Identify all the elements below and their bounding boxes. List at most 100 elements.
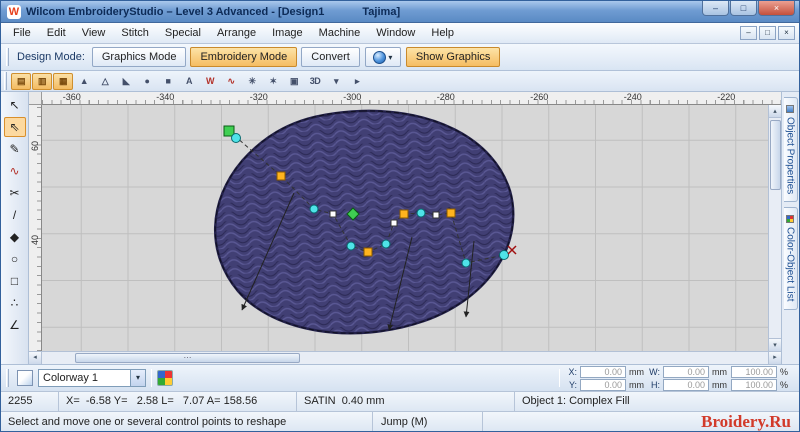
minimize-button[interactable]: – bbox=[702, 1, 729, 16]
hoop-globe-button[interactable]: ▾ bbox=[364, 47, 401, 67]
transform-fields: X: 0.00 mm W: 0.00 mm 100.00 % Y: 0.00 m… bbox=[565, 365, 790, 391]
mdi-minimize-button[interactable]: – bbox=[740, 26, 757, 40]
closed-shapes-icon[interactable]: ▦ bbox=[53, 72, 73, 90]
reshape-tool[interactable]: ⇖ bbox=[3, 117, 26, 137]
control-point-handle[interactable] bbox=[346, 241, 356, 251]
control-point-handle[interactable] bbox=[416, 208, 426, 218]
horizontal-scrollbar[interactable]: ◂ ⋯ ▸ bbox=[29, 351, 781, 364]
transform-row-x: X: 0.00 mm W: 0.00 mm 100.00 % bbox=[565, 365, 790, 378]
menu-bar: File Edit View Stitch Special Arrange Image Mac… bbox=[1, 23, 799, 44]
mode-buttons: Graphics Mode Embroidery Mode Convert bbox=[91, 47, 360, 67]
w-input[interactable]: 0.00 bbox=[663, 365, 709, 378]
input-a-icon[interactable]: ▲ bbox=[74, 73, 94, 90]
edit-colorways-icon[interactable] bbox=[157, 370, 173, 386]
globe-dropdown-caret-icon[interactable]: ▾ bbox=[388, 53, 392, 62]
menu-item[interactable]: Image bbox=[264, 25, 311, 41]
h-percent-input[interactable]: 100.00 bbox=[731, 378, 777, 391]
status-bar: 2255 X= -6.58 Y= 2.58 L= 7.07 A= 158.56 … bbox=[1, 391, 799, 411]
run-stitch-icon[interactable]: ∿ bbox=[221, 73, 241, 90]
open-shapes-icon[interactable]: ▥ bbox=[32, 72, 52, 90]
menu-item[interactable]: Machine bbox=[311, 25, 369, 41]
ruler-label: -280 bbox=[436, 92, 455, 102]
menu-item[interactable]: Stitch bbox=[113, 25, 157, 41]
w-percent-input[interactable]: 100.00 bbox=[731, 365, 777, 378]
menu-item[interactable]: Window bbox=[368, 25, 423, 41]
menu-item[interactable]: Edit bbox=[39, 25, 74, 41]
stitch-edit-tool[interactable]: ✎ bbox=[4, 139, 26, 159]
3d-effect-icon[interactable]: 3D bbox=[305, 73, 325, 90]
control-point-handle[interactable] bbox=[329, 210, 337, 218]
ruler-label: -340 bbox=[156, 92, 175, 102]
complex-fill-icon[interactable]: ■ bbox=[158, 73, 178, 90]
combo-caret-icon[interactable]: ▾ bbox=[130, 370, 145, 386]
digitize-fill-tool[interactable]: ◆ bbox=[4, 227, 26, 247]
h-input[interactable]: 0.00 bbox=[663, 378, 709, 391]
scroll-down-icon[interactable]: ▾ bbox=[768, 338, 782, 351]
use-last-settings-icon[interactable]: ▤ bbox=[11, 72, 31, 90]
mdi-close-button[interactable]: × bbox=[778, 26, 795, 40]
tab-color-object-list[interactable]: Color-Object List bbox=[783, 207, 798, 310]
knife-tool[interactable]: ✂ bbox=[4, 183, 26, 203]
horizontal-scroll-thumb[interactable]: ⋯ bbox=[75, 353, 300, 363]
stitch-count: 2255 bbox=[1, 392, 59, 411]
control-point-handle[interactable] bbox=[309, 204, 319, 214]
vertical-scrollbar[interactable]: ▴ ▾ bbox=[768, 105, 782, 351]
menu-item[interactable]: Arrange bbox=[209, 25, 264, 41]
input-b-icon[interactable]: △ bbox=[95, 73, 115, 90]
control-point-handle[interactable] bbox=[432, 211, 440, 219]
graphics-mode-button[interactable]: Graphics Mode bbox=[91, 47, 187, 67]
colorway-select[interactable]: Colorway 1 ▾ bbox=[38, 369, 146, 387]
menu-item[interactable]: File bbox=[5, 25, 39, 41]
control-point-handle[interactable] bbox=[499, 250, 509, 260]
control-point-handle[interactable] bbox=[461, 258, 471, 268]
scroll-right-icon[interactable]: ▸ bbox=[768, 352, 781, 364]
menu-item[interactable]: Special bbox=[157, 25, 209, 41]
control-point-handle[interactable] bbox=[390, 219, 398, 227]
input-c-icon[interactable]: ◣ bbox=[116, 73, 136, 90]
tab-object-properties[interactable]: Object Properties bbox=[783, 97, 798, 203]
mesh-icon[interactable]: ▣ bbox=[284, 73, 304, 90]
effects-dropdown-icon[interactable]: ▾ bbox=[326, 73, 346, 90]
design-canvas[interactable] bbox=[42, 105, 768, 351]
scroll-left-icon[interactable]: ◂ bbox=[29, 352, 42, 364]
stitch-player-icon[interactable]: ▸ bbox=[347, 73, 367, 90]
close-button[interactable]: × bbox=[758, 1, 795, 16]
maximize-button[interactable]: □ bbox=[730, 1, 757, 16]
lettering-icon[interactable]: A bbox=[179, 73, 199, 90]
control-point-handle[interactable] bbox=[446, 208, 456, 218]
toolbar-grip[interactable] bbox=[6, 48, 9, 66]
circle-object-icon[interactable]: ● bbox=[137, 73, 157, 90]
menu-item[interactable]: Help bbox=[423, 25, 462, 41]
control-point-handle[interactable] bbox=[399, 209, 409, 219]
freehand-tool[interactable]: ∿ bbox=[4, 161, 26, 181]
convert-button[interactable]: Convert bbox=[301, 47, 360, 67]
mdi-restore-button[interactable]: □ bbox=[759, 26, 776, 40]
app-icon[interactable]: W bbox=[7, 4, 21, 19]
embroidery-mode-button[interactable]: Embroidery Mode bbox=[190, 47, 298, 67]
fabric-icon[interactable] bbox=[17, 370, 33, 386]
motif-run-icon[interactable]: W bbox=[200, 73, 220, 90]
stitch-toolbar: ▤ ▥ ▦ ▲ △ ◣ ● ■ A W ∿ ✳ ✶ ▣ 3D ▾ ▸ bbox=[1, 71, 799, 92]
control-point-handle[interactable] bbox=[276, 171, 286, 181]
node-select-tool[interactable]: ∴ bbox=[4, 293, 26, 313]
show-graphics-button[interactable]: Show Graphics bbox=[405, 47, 501, 67]
rectangle-tool[interactable]: □ bbox=[4, 271, 26, 291]
select-tool[interactable]: ↖ bbox=[4, 95, 26, 115]
toolbar-grip[interactable] bbox=[6, 369, 9, 387]
measure-tool[interactable]: ∠ bbox=[4, 315, 26, 335]
digitize-run-tool[interactable]: / bbox=[4, 205, 26, 225]
scroll-up-icon[interactable]: ▴ bbox=[768, 105, 782, 118]
control-point-handle[interactable] bbox=[363, 247, 373, 257]
menu-item[interactable]: View bbox=[74, 25, 114, 41]
embroidery-object[interactable] bbox=[213, 109, 515, 335]
control-point-handle[interactable] bbox=[231, 133, 241, 143]
star-fill-icon[interactable]: ✶ bbox=[263, 73, 283, 90]
control-point-handle[interactable] bbox=[381, 239, 391, 249]
toolbar-grip[interactable] bbox=[4, 72, 7, 90]
vertical-scroll-thumb[interactable] bbox=[769, 120, 781, 190]
y-input[interactable]: 0.00 bbox=[580, 378, 626, 391]
ellipse-tool[interactable]: ○ bbox=[4, 249, 26, 269]
toolbar-separator bbox=[559, 369, 560, 387]
x-input[interactable]: 0.00 bbox=[580, 365, 626, 378]
fancy-fill-icon[interactable]: ✳ bbox=[242, 73, 262, 90]
